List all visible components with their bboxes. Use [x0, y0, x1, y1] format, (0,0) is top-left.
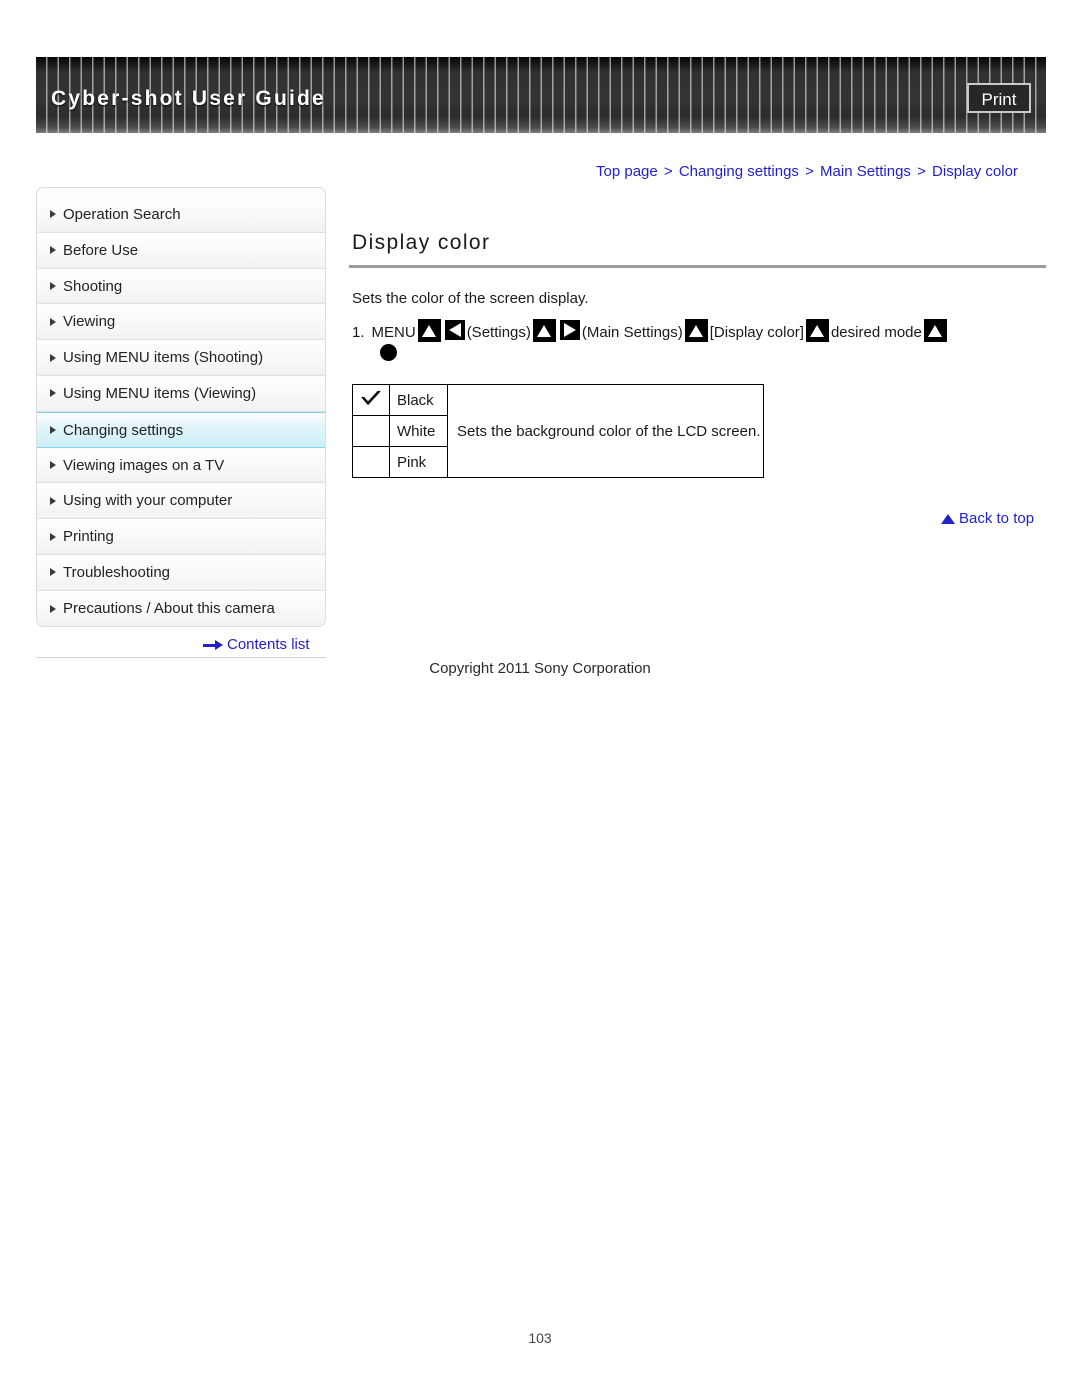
breadcrumb-item-main-settings[interactable]: Main Settings — [820, 163, 911, 180]
step-number: 1. — [352, 324, 365, 341]
step-desired-mode-label: desired mode — [830, 324, 922, 341]
step-settings-label: (Settings) — [466, 324, 531, 341]
step-menu-label: MENU — [371, 324, 416, 341]
breadcrumb-separator: > — [917, 163, 926, 180]
intro-text: Sets the color of the screen display. — [352, 290, 589, 307]
step-instruction: 1. MENU (Settings) (Main Settings) [Display … — [352, 318, 1046, 348]
sidebar-item-label: Shooting — [63, 277, 123, 295]
page-title: Display color — [352, 231, 491, 254]
back-to-top-label: Back to top — [959, 510, 1035, 527]
center-button-icon — [380, 344, 397, 361]
step-center-button — [380, 344, 397, 364]
sidebar-item-viewing-images-on-a-tv[interactable]: Viewing images on a TV — [37, 447, 325, 484]
sidebar-item-before-use[interactable]: Before Use — [37, 232, 325, 269]
sidebar-item-changing-settings[interactable]: Changing settings — [37, 411, 325, 448]
check-icon — [360, 389, 382, 407]
check-cell-empty — [352, 415, 390, 447]
copyright-text: Copyright 2011 Sony Corporation — [429, 660, 651, 677]
sidebar-item-label: Printing — [63, 528, 114, 546]
triangle-bullet-icon — [50, 604, 56, 613]
contents-list-link[interactable]: Contents list — [203, 636, 310, 653]
step-main-settings-label: (Main Settings) — [581, 324, 683, 341]
control-up-button-icon — [532, 319, 556, 342]
breadcrumb-item-top-page[interactable]: Top page — [596, 163, 658, 180]
triangle-up-icon — [941, 514, 955, 525]
sidebar-item-label: Precautions / About this camera — [63, 599, 275, 617]
sidebar-item-using-menu-items-viewing[interactable]: Using MENU items (Viewing) — [37, 375, 325, 412]
sidebar-item-label: Troubleshooting — [63, 563, 171, 581]
control-up-button-icon — [923, 319, 947, 342]
breadcrumb-item-changing-settings[interactable]: Changing settings — [679, 163, 799, 180]
triangle-bullet-icon — [50, 281, 56, 290]
triangle-bullet-icon — [50, 568, 56, 577]
sidebar-item-operation-search[interactable]: Operation Search — [37, 197, 325, 233]
option-name-pink: Pink — [389, 446, 448, 478]
triangle-bullet-icon — [50, 460, 56, 469]
sidebar-item-printing[interactable]: Printing — [37, 519, 325, 555]
app-title: Cyber-shot User Guide — [51, 87, 326, 110]
default-check-cell — [352, 384, 390, 416]
sidebar-item-label: Using MENU items (Shooting) — [63, 349, 264, 367]
sidebar-item-troubleshooting[interactable]: Troubleshooting — [37, 554, 325, 591]
sidebar-item-viewing[interactable]: Viewing — [37, 304, 325, 341]
control-up-button-icon — [805, 319, 829, 342]
sidebar-item-label: Operation Search — [63, 206, 181, 223]
breadcrumb-separator: > — [805, 163, 814, 180]
option-name-white: White — [389, 415, 448, 447]
triangle-bullet-icon — [50, 246, 56, 255]
options-table: Black Sets the background color of the L… — [352, 384, 764, 478]
triangle-bullet-icon — [50, 210, 56, 219]
sidebar-item-label: Viewing — [63, 313, 116, 331]
triangle-bullet-icon — [50, 532, 56, 541]
triangle-bullet-icon — [50, 389, 56, 398]
sidebar-item-using-menu-items-shooting[interactable]: Using MENU items (Shooting) — [37, 340, 325, 376]
sidebar-item-label: Using MENU items (Viewing) — [63, 384, 257, 402]
contents-list-label: Contents list — [227, 636, 310, 653]
option-name-black: Black — [389, 384, 448, 416]
sidebar-item-shooting[interactable]: Shooting — [37, 268, 325, 305]
option-description: Sets the background color of the LCD scr… — [447, 384, 764, 478]
table-row: Black Sets the background color of the L… — [352, 384, 764, 478]
sidebar-item-label: Using with your computer — [63, 492, 233, 510]
arrow-right-icon — [203, 640, 223, 651]
sidebar-item-label: Viewing images on a TV — [63, 456, 225, 474]
breadcrumb: Top page > Changing settings > Main Sett… — [596, 163, 1018, 180]
check-cell-empty — [352, 446, 390, 478]
print-button[interactable]: Print — [967, 83, 1031, 113]
step-display-color-label: [Display color] — [709, 324, 804, 341]
page-number: 103 — [528, 1330, 552, 1346]
sidebar-navigation: Operation Search Before Use Shooting Vie… — [36, 187, 326, 627]
control-up-button-icon — [417, 319, 441, 342]
title-divider — [349, 265, 1046, 268]
breadcrumb-item-display-color[interactable]: Display color — [932, 163, 1018, 180]
header-banner: Cyber-shot User Guide Print — [36, 57, 1046, 133]
control-up-button-icon — [684, 319, 708, 342]
sidebar-item-label: Before Use — [63, 241, 139, 259]
sidebar-item-using-with-your-computer[interactable]: Using with your computer — [37, 483, 325, 520]
sidebar-item-precautions-about-this-camera[interactable]: Precautions / About this camera — [37, 590, 325, 626]
back-to-top-link[interactable]: Back to top — [941, 510, 1034, 527]
triangle-bullet-icon — [50, 353, 56, 362]
triangle-bullet-icon — [50, 496, 56, 505]
sidebar-item-label: Changing settings — [63, 421, 184, 439]
control-left-button-icon — [444, 320, 465, 340]
control-right-button-icon — [559, 320, 580, 340]
triangle-bullet-icon — [50, 425, 56, 434]
sidebar-divider — [36, 657, 326, 658]
triangle-bullet-icon — [50, 317, 56, 326]
breadcrumb-separator: > — [663, 163, 673, 180]
